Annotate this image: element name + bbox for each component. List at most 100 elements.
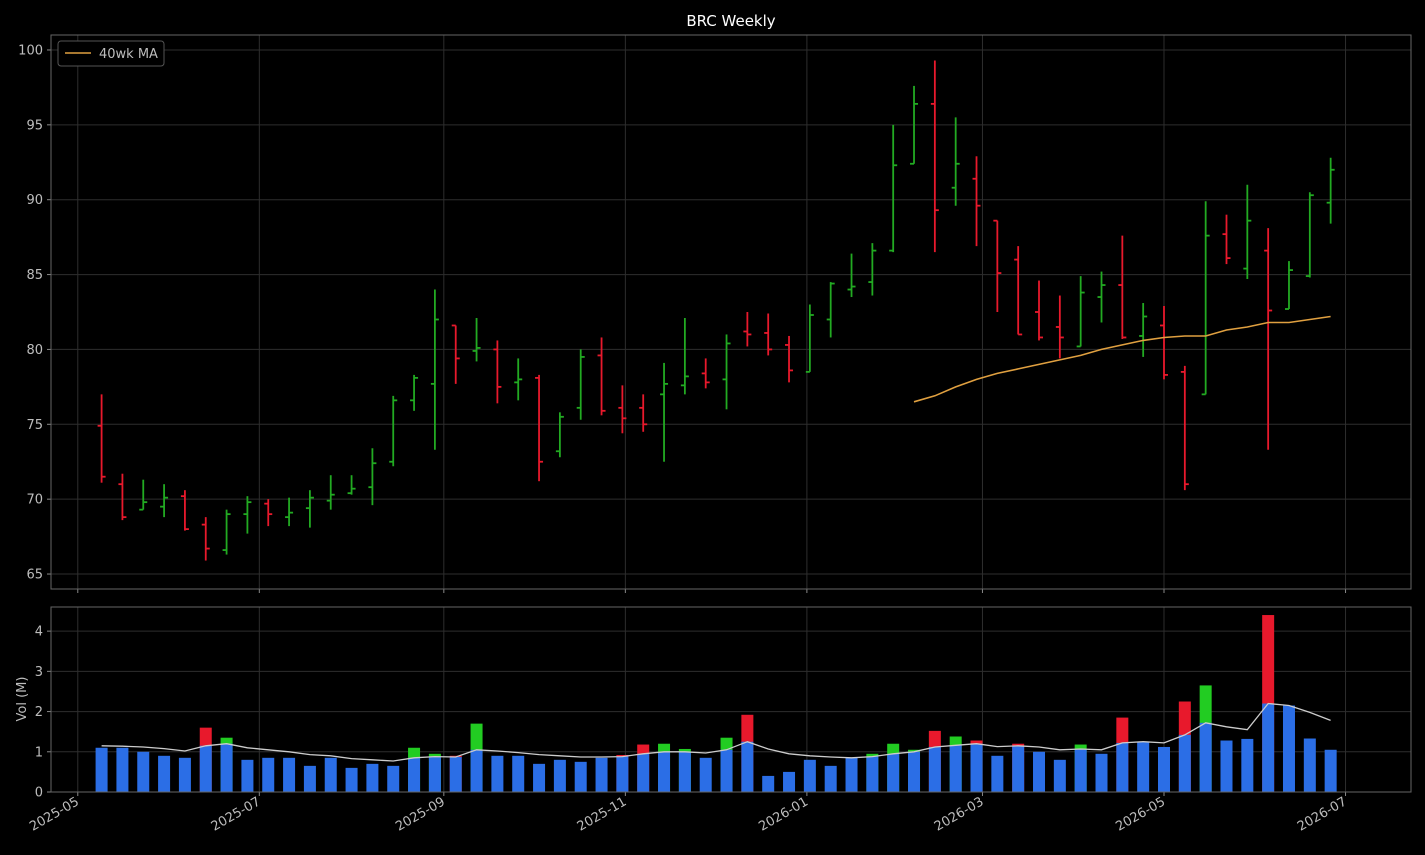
volume-bar-base xyxy=(699,757,712,792)
volume-bar-base xyxy=(908,751,921,792)
volume-bar-base xyxy=(949,745,962,792)
volume-bar xyxy=(1116,717,1129,792)
volume-bar-base xyxy=(595,757,608,792)
volume-bar-base xyxy=(178,757,191,792)
volume-bar-base xyxy=(1220,740,1233,792)
volume-bar-base xyxy=(1053,759,1066,792)
volume-bar xyxy=(887,743,900,792)
volume-bar xyxy=(866,753,879,792)
volume-bar xyxy=(991,755,1004,792)
volume-bar xyxy=(928,730,941,792)
volume-bar xyxy=(428,753,441,792)
volume-y-tick-label: 2 xyxy=(35,705,43,720)
volume-y-tick-label: 3 xyxy=(35,665,43,680)
volume-bar xyxy=(803,759,816,792)
volume-bar xyxy=(1012,743,1025,792)
volume-bar xyxy=(1074,744,1087,792)
volume-bar xyxy=(1282,705,1295,792)
volume-bar-base xyxy=(658,751,671,792)
volume-axis-label: Vol (M) xyxy=(15,677,30,722)
volume-bar-base xyxy=(345,767,358,792)
volume-bar-base xyxy=(512,755,525,792)
volume-bar xyxy=(533,763,546,792)
volume-bar xyxy=(178,757,191,792)
volume-bar xyxy=(970,740,983,792)
volume-bar-base xyxy=(1137,741,1150,792)
volume-bar-base xyxy=(1033,751,1046,792)
volume-bar-base xyxy=(1262,703,1275,792)
volume-y-tick-label: 1 xyxy=(35,745,43,760)
volume-bar xyxy=(1241,738,1254,792)
volume-bar xyxy=(699,757,712,792)
chart-title: BRC Weekly xyxy=(686,12,775,30)
volume-bar-base xyxy=(491,755,504,792)
volume-bar-base xyxy=(137,751,150,792)
volume-bar-base xyxy=(866,756,879,792)
volume-bar-base xyxy=(1324,749,1337,792)
volume-y-tick-label: 4 xyxy=(35,625,43,640)
volume-bar xyxy=(741,714,754,792)
volume-bar xyxy=(324,757,337,792)
volume-bar-base xyxy=(324,757,337,792)
price-y-tick-label: 85 xyxy=(26,268,43,283)
volume-bar xyxy=(908,749,921,792)
volume-bar xyxy=(595,757,608,792)
volume-bar xyxy=(345,767,358,792)
volume-bar-base xyxy=(991,755,1004,792)
price-y-tick-label: 100 xyxy=(18,43,43,58)
volume-bar-base xyxy=(637,753,650,792)
volume-bar-base xyxy=(449,757,462,792)
volume-bar-base xyxy=(720,749,733,792)
volume-bar xyxy=(408,747,421,792)
legend-ma-label: 40wk MA xyxy=(99,47,158,62)
volume-bar-base xyxy=(887,753,900,792)
volume-bar-base xyxy=(616,756,629,792)
volume-bar-base xyxy=(1116,742,1129,792)
volume-bar xyxy=(158,755,171,792)
volume-bar-base xyxy=(1012,745,1025,792)
volume-bar xyxy=(199,727,212,792)
price-y-tick-label: 90 xyxy=(26,193,43,208)
volume-bar xyxy=(637,744,650,792)
volume-bar-base xyxy=(824,765,837,792)
volume-bar-base xyxy=(387,765,400,792)
volume-bar xyxy=(387,765,400,792)
volume-bar xyxy=(1033,751,1046,792)
price-y-tick-label: 95 xyxy=(26,118,43,133)
volume-bar xyxy=(1053,759,1066,792)
volume-bar-base xyxy=(1303,738,1316,792)
price-y-tick-label: 75 xyxy=(26,418,43,433)
price-y-tick-label: 80 xyxy=(26,343,43,358)
price-y-tick-label: 70 xyxy=(26,493,43,508)
volume-bar xyxy=(449,755,462,792)
volume-bar xyxy=(116,747,129,792)
volume-bar-base xyxy=(366,763,379,792)
volume-bar-base xyxy=(1178,734,1191,792)
volume-bar-base xyxy=(1282,705,1295,792)
volume-bar-base xyxy=(303,765,316,792)
volume-bar-base xyxy=(241,759,254,792)
volume-bar-base xyxy=(574,761,587,792)
volume-bar xyxy=(303,765,316,792)
volume-bar-base xyxy=(1241,738,1254,792)
volume-bar-base xyxy=(553,759,566,792)
volume-bar xyxy=(241,759,254,792)
volume-bar xyxy=(491,755,504,792)
volume-bar xyxy=(262,757,275,792)
volume-bar xyxy=(283,757,296,792)
volume-bar-base xyxy=(762,775,775,792)
volume-bar xyxy=(1199,685,1212,792)
volume-bar xyxy=(678,748,691,792)
volume-bar-base xyxy=(428,756,441,792)
volume-bar-base xyxy=(95,747,108,792)
volume-bar xyxy=(658,743,671,792)
volume-bar xyxy=(845,757,858,792)
volume-bar xyxy=(366,763,379,792)
volume-bar-base xyxy=(1095,753,1108,792)
volume-bar-base xyxy=(470,749,483,792)
legend: 40wk MA xyxy=(57,40,165,67)
volume-bar xyxy=(824,765,837,792)
volume-bar xyxy=(1324,749,1337,792)
volume-bar-base xyxy=(741,741,754,792)
volume-bar-base xyxy=(970,743,983,792)
